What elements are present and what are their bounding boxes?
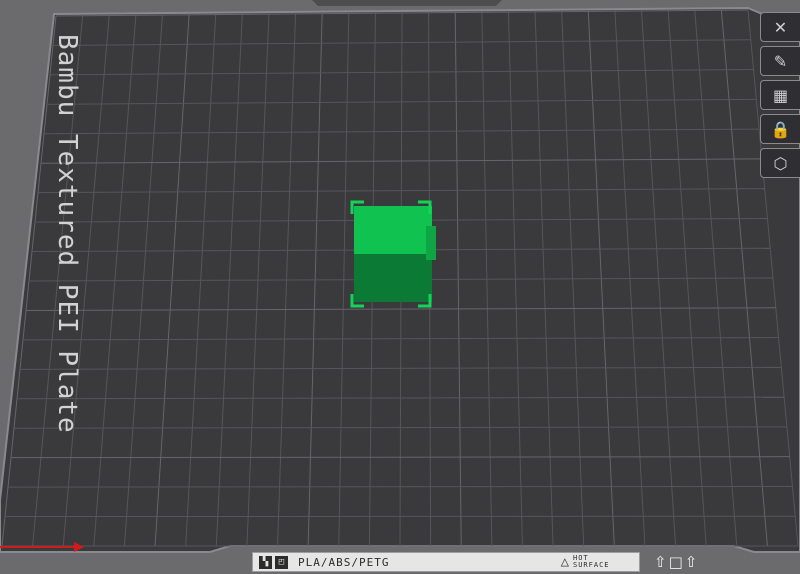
plate-layout-icon: ▚ — [259, 555, 272, 569]
right-toolbar: ✕ ✎ ▦ 🔒 ⬡ — [760, 12, 800, 182]
hot-surface-warning: △ HOT SURFACE — [561, 554, 631, 570]
arrange-button[interactable]: ✎ — [760, 46, 800, 76]
model-side-face — [354, 254, 432, 302]
plate-edge-icons: ⇧ □ ⇧ — [654, 553, 697, 571]
strip-icons: ▚ ◰ — [259, 555, 288, 569]
plate-label-strip: ▚ ◰ PLA/ABS/PETG △ HOT SURFACE — [252, 552, 640, 572]
arrow-up-icon: ⇧ — [684, 553, 698, 571]
layout-icon: ▦ — [772, 85, 789, 105]
settings-button[interactable]: ⬡ — [760, 148, 800, 178]
arrange-icon: ✎ — [773, 51, 788, 71]
settings-icon: ⬡ — [773, 153, 788, 173]
build-plate-canvas[interactable] — [0, 0, 800, 574]
plate-title: Bambu Textured PEI Plate — [52, 34, 82, 434]
warning-triangle-icon: △ — [560, 554, 569, 570]
plate-type-icon: ◰ — [275, 555, 288, 569]
grid-line — [7, 485, 793, 488]
square-icon: □ — [668, 553, 683, 571]
x-axis-arrow-icon — [74, 542, 84, 552]
model-object[interactable] — [350, 200, 436, 308]
surface-label: SURFACE — [573, 561, 610, 569]
model-top-face — [354, 206, 432, 254]
lock-icon: 🔒 — [770, 119, 791, 139]
model-right-tab — [426, 226, 436, 260]
lock-button[interactable]: 🔒 — [760, 114, 800, 144]
close-button[interactable]: ✕ — [760, 12, 800, 42]
layout-button[interactable]: ▦ — [760, 80, 800, 110]
plate-notch — [312, 0, 502, 6]
close-icon: ✕ — [773, 17, 788, 37]
filament-types: PLA/ABS/PETG — [298, 555, 390, 569]
x-axis-line — [0, 546, 80, 548]
arrow-up-icon: ⇧ — [654, 553, 667, 571]
3d-viewport[interactable]: Bambu Textured PEI Plate ✕ ✎ ▦ 🔒 ⬡ ▚ ◰ P… — [0, 0, 800, 574]
